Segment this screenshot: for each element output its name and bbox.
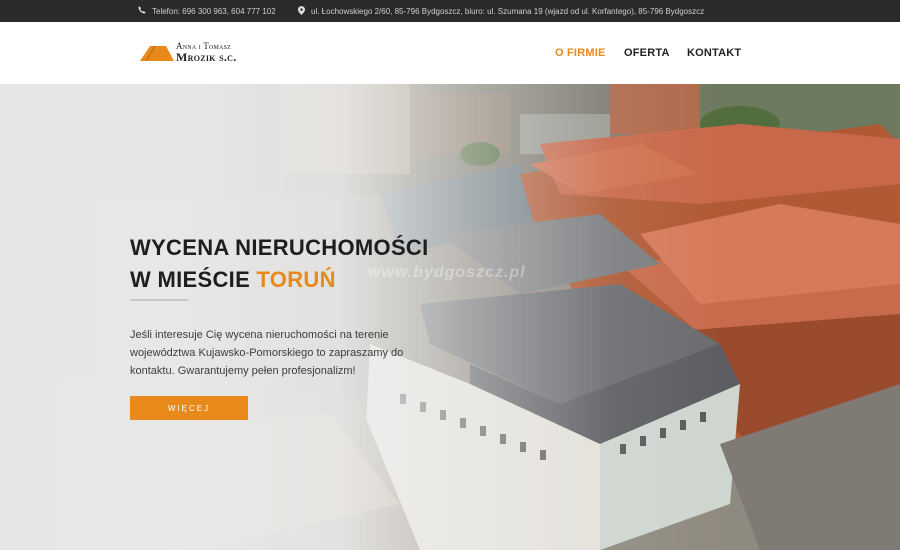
nav-item-kontakt[interactable]: KONTAKT (687, 47, 741, 59)
top-info-bar: Telefon: 696 300 963, 604 777 102 ul. Ło… (0, 0, 900, 22)
address-text: ul. Łochowskiego 2/60, 85-796 Bydgoszcz,… (311, 6, 705, 16)
address-info: ul. Łochowskiego 2/60, 85-796 Bydgoszcz,… (298, 0, 704, 22)
roof-logo-icon (140, 43, 174, 61)
hero-title-city: TORUŃ (256, 267, 336, 292)
hero-description: Jeśli interesuje Cię wycena nieruchomośc… (130, 329, 404, 377)
logo-line2: Mrozik s.c. (176, 49, 237, 64)
hero-section: www.bydgoszcz.pl WYCENA NIERUCHOMOŚCI W … (0, 84, 900, 550)
site-header: Anna i Tomasz Mrozik s.c. O FIRMIE OFERT… (0, 22, 900, 84)
nav-item-oferta[interactable]: OFERTA (624, 47, 670, 59)
hero-content: WYCENA NIERUCHOMOŚCI W MIEŚCIE TORUŃ Jeś… (130, 84, 490, 550)
hero-title-line2-prefix: W MIEŚCIE (130, 267, 251, 292)
more-button[interactable]: WIĘCEJ (130, 396, 248, 420)
phone-info[interactable]: Telefon: 696 300 963, 604 777 102 (138, 0, 276, 22)
map-marker-icon (298, 5, 305, 17)
nav-item-o-firmie[interactable]: O FIRMIE (555, 47, 606, 59)
phone-text: Telefon: 696 300 963, 604 777 102 (152, 6, 276, 16)
hero-title-line1: WYCENA NIERUCHOMOŚCI (130, 235, 429, 260)
title-divider (130, 299, 188, 301)
company-logo[interactable]: Anna i Tomasz Mrozik s.c. (140, 37, 237, 67)
phone-icon (138, 6, 146, 16)
hero-title: WYCENA NIERUCHOMOŚCI W MIEŚCIE TORUŃ (130, 232, 429, 296)
logo-text: Anna i Tomasz Mrozik s.c. (176, 41, 237, 64)
